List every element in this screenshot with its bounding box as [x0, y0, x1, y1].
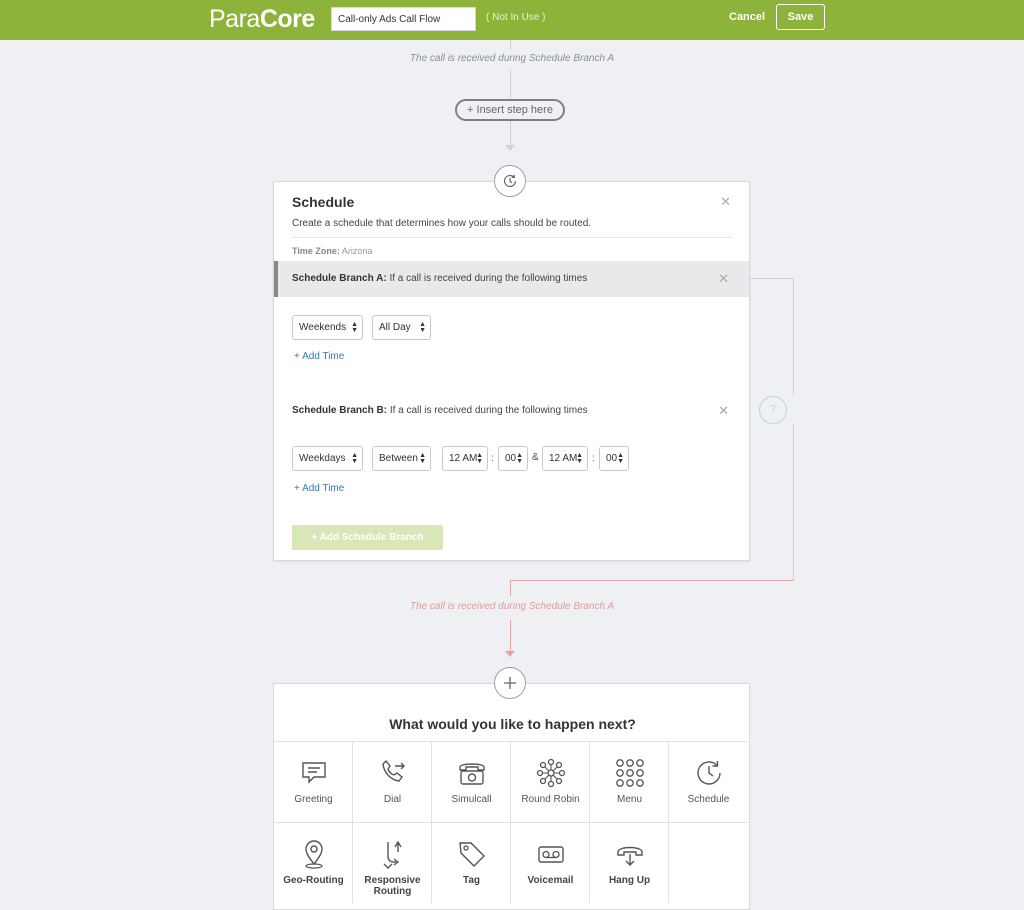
- branch-b-start-minute-select[interactable]: 00 ▲ ▼: [498, 446, 528, 471]
- insert-step-button[interactable]: + Insert step here: [455, 99, 565, 121]
- close-icon[interactable]: ✕: [720, 194, 731, 210]
- telephone-icon: [458, 763, 485, 785]
- close-icon[interactable]: ✕: [718, 393, 729, 429]
- flow-caption-top: The call is received during Schedule Bra…: [409, 53, 615, 64]
- help-node[interactable]: ?: [759, 396, 787, 424]
- schedule-branch-b-header: Schedule Branch B: If a call is received…: [274, 393, 749, 429]
- step-option-hang-up[interactable]: Hang Up: [590, 822, 669, 903]
- connector-line: [793, 424, 794, 580]
- flow-status: ( Not In Use ): [486, 12, 546, 23]
- arrow-down-icon: [505, 651, 515, 657]
- keypad-icon: [615, 759, 644, 787]
- phone-forward-icon: [381, 759, 405, 782]
- divider: [292, 237, 732, 238]
- step-option-geo-routing[interactable]: Geo-Routing: [274, 822, 353, 903]
- empty-cell: [669, 822, 748, 903]
- branch-b-end-minute-select[interactable]: 00 ▲ ▼: [599, 446, 629, 471]
- branch-b-mode-select[interactable]: Between ▲ ▼: [372, 446, 431, 471]
- clock-icon: [696, 761, 721, 785]
- speech-bubble-icon: [301, 762, 326, 784]
- branch-b-end-hour-select[interactable]: 12 AM ▲ ▼: [542, 446, 588, 471]
- step-option-dial[interactable]: Dial: [353, 741, 432, 822]
- next-step-title: What would you like to happen next?: [389, 716, 636, 732]
- add-schedule-branch-button[interactable]: + Add Schedule Branch: [292, 525, 443, 550]
- add-step-node[interactable]: [494, 667, 526, 699]
- branch-connector: [510, 580, 794, 581]
- time-separator: :: [491, 453, 494, 464]
- branch-connector: [510, 580, 511, 596]
- step-option-greeting[interactable]: Greeting: [274, 741, 353, 822]
- branch-a-time-select[interactable]: All Day ▲ ▼: [372, 315, 431, 340]
- close-icon[interactable]: ✕: [718, 261, 729, 297]
- plus-icon: [504, 677, 516, 689]
- connector-line: [510, 70, 511, 99]
- schedule-description: Create a schedule that determines how yo…: [292, 218, 592, 229]
- hang-up-icon: [616, 846, 643, 866]
- step-option-menu[interactable]: Menu: [590, 741, 669, 822]
- step-option-schedule[interactable]: Schedule: [669, 741, 748, 822]
- flow-name-input[interactable]: [331, 7, 476, 31]
- save-button[interactable]: Save: [776, 4, 825, 30]
- network-icon: [536, 758, 565, 788]
- flow-caption-bottom: The call is received during Schedule Bra…: [409, 601, 615, 612]
- branch-b-day-select[interactable]: Weekdays ▲ ▼: [292, 446, 363, 471]
- step-option-simulcall[interactable]: Simulcall: [432, 741, 511, 822]
- top-bar: ParaCore ( Not In Use ) Cancel Save: [0, 0, 1024, 40]
- branch-b-start-hour-select[interactable]: 12 AM ▲ ▼: [442, 446, 488, 471]
- split-arrow-icon: [383, 840, 402, 869]
- voicemail-icon: [537, 846, 564, 863]
- map-pin-icon: [304, 840, 323, 869]
- range-separator: &: [532, 452, 539, 463]
- tag-icon: [458, 842, 485, 867]
- clock-icon: [503, 174, 517, 188]
- branch-b-add-time-link[interactable]: + Add Time: [294, 483, 344, 494]
- step-option-responsive-routing[interactable]: Responsive Routing: [353, 822, 432, 903]
- schedule-step-card: Schedule Create a schedule that determin…: [273, 181, 750, 561]
- branch-a-add-time-link[interactable]: + Add Time: [294, 351, 344, 362]
- branch-a-day-select[interactable]: Weekends ▲ ▼: [292, 315, 363, 340]
- connector-line: [750, 278, 794, 279]
- timezone: Time Zone: Arizona: [292, 246, 373, 256]
- connector-line: [510, 40, 511, 50]
- time-separator: :: [592, 453, 595, 464]
- cancel-button[interactable]: Cancel: [729, 11, 765, 23]
- schedule-node: [494, 165, 526, 197]
- arrow-down-icon: [505, 145, 515, 151]
- schedule-branch-a-header: Schedule Branch A: If a call is received…: [274, 261, 749, 297]
- step-option-voicemail[interactable]: Voicemail: [511, 822, 590, 903]
- paracore-logo[interactable]: ParaCore: [209, 5, 315, 34]
- step-option-round-robin[interactable]: Round Robin: [511, 741, 590, 822]
- connector-line: [793, 278, 794, 396]
- step-option-tag[interactable]: Tag: [432, 822, 511, 903]
- next-step-card: What would you like to happen next? Gree…: [273, 683, 750, 910]
- schedule-title: Schedule: [292, 194, 355, 210]
